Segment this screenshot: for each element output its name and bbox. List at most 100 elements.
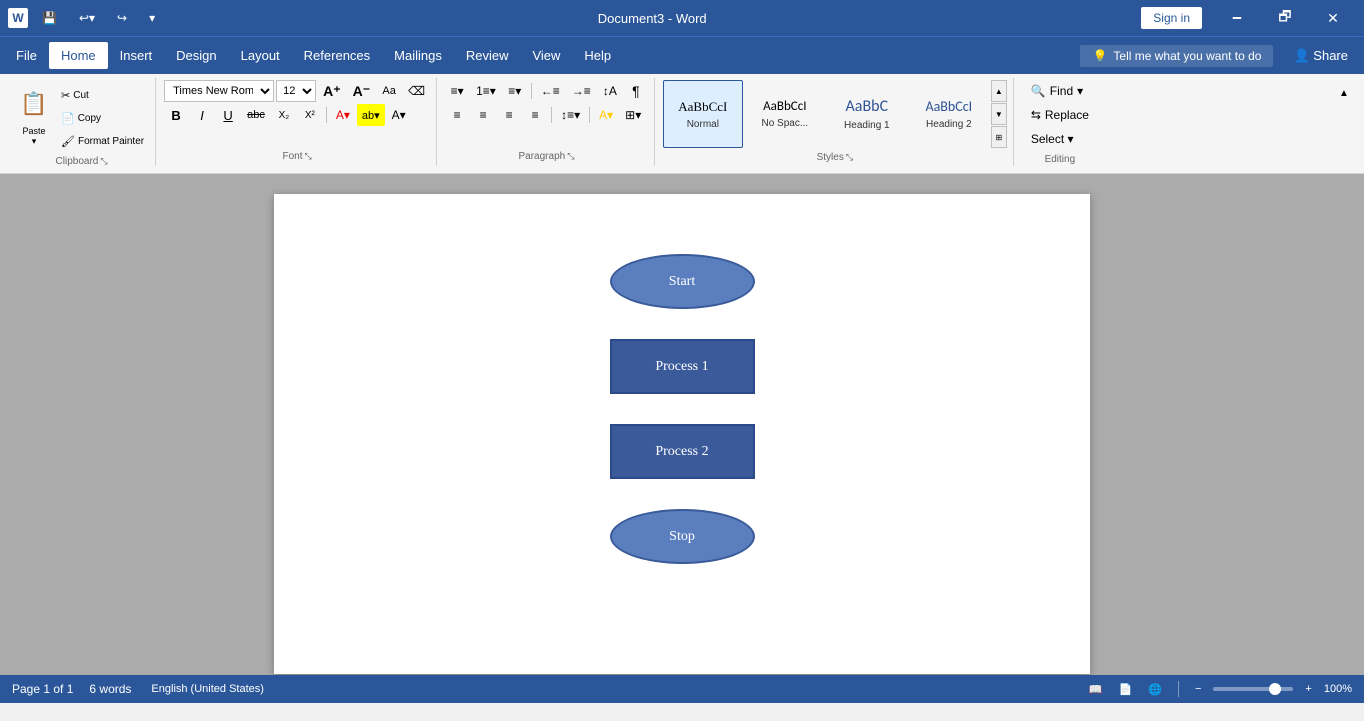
style-heading1[interactable]: AaBbC Heading 1 [827, 80, 907, 148]
styles-group: AaBbCcI Normal AaBbCcI No Spac... AaBbC … [657, 78, 1014, 166]
zoom-out-btn[interactable]: − [1191, 681, 1205, 697]
menu-design[interactable]: Design [164, 42, 228, 69]
quick-undo-btn[interactable]: ↩▾ [71, 7, 103, 29]
shape-stop[interactable]: Stop [610, 509, 755, 564]
share-btn[interactable]: 👤 Share [1281, 42, 1360, 70]
style-normal[interactable]: AaBbCcI Normal [663, 80, 743, 148]
sign-in-button[interactable]: Sign in [1141, 7, 1202, 29]
numbering-btn[interactable]: 1≡▾ [471, 80, 501, 102]
increase-indent-btn[interactable]: →≡ [567, 80, 596, 102]
tell-me-bar[interactable]: 💡 Tell me what you want to do [1080, 45, 1273, 67]
editing-group: 🔍 Find ▾ ⇆ Replace Select ▾ Editing [1016, 78, 1104, 166]
borders-btn[interactable]: ⊞▾ [620, 104, 646, 126]
title-bar: W 💾 ↩▾ ↪ ▾ Document3 - Word Sign in 🗕 🗗 … [0, 0, 1364, 36]
clear-format-btn[interactable]: ⌫ [403, 80, 430, 102]
web-layout-btn[interactable]: 🌐 [1144, 681, 1166, 698]
font-name-select[interactable]: Times New Roman [164, 80, 274, 102]
restore-btn[interactable]: 🗗 [1262, 3, 1308, 33]
text-color-btn[interactable]: A▾ [387, 104, 411, 126]
highlight-btn[interactable]: ab▾ [357, 104, 385, 126]
read-mode-btn[interactable]: 📖 [1085, 681, 1107, 698]
bold-btn[interactable]: B [164, 104, 188, 126]
menu-file[interactable]: File [4, 42, 49, 69]
shape-process2[interactable]: Process 2 [610, 424, 755, 479]
style-normal-preview: AaBbCcI [678, 99, 727, 115]
gallery-expand[interactable]: ⊞ [991, 126, 1007, 148]
gallery-scroll-down[interactable]: ▼ [991, 103, 1007, 125]
para-sep3 [589, 107, 590, 123]
bullets-btn[interactable]: ≡▾ [445, 80, 469, 102]
underline-btn[interactable]: U [216, 104, 240, 126]
language-btn[interactable]: English (United States) [147, 681, 268, 697]
quick-save-btn[interactable]: 💾 [34, 7, 65, 29]
customize-qat-btn[interactable]: ▾ [141, 7, 163, 29]
status-bar: Page 1 of 1 6 words English (United Stat… [0, 675, 1364, 703]
show-marks-btn[interactable]: ¶ [624, 80, 648, 102]
style-h2-preview: AaBbCcI [925, 98, 972, 115]
sort-btn[interactable]: ↕A [598, 80, 622, 102]
cut-button[interactable]: ✂ Cut [56, 84, 149, 106]
align-center-btn[interactable]: ≡ [471, 104, 495, 126]
menu-references[interactable]: References [292, 42, 382, 69]
collapse-ribbon-btn[interactable]: ▲ [1332, 82, 1356, 104]
document-page: Start Process 1 Process 2 Stop [274, 194, 1090, 674]
page-info: Page 1 of 1 [12, 682, 73, 696]
font-color-btn[interactable]: A▾ [331, 104, 355, 126]
italic-btn[interactable]: I [190, 104, 214, 126]
style-nospace-label: No Spac... [761, 118, 808, 129]
paragraph-label: Paragraph ⤡ [445, 147, 648, 162]
align-left-btn[interactable]: ≡ [445, 104, 469, 126]
word-count: 6 words [89, 682, 131, 696]
zoom-in-btn[interactable]: + [1301, 681, 1315, 697]
menu-insert[interactable]: Insert [108, 42, 165, 69]
subscript-btn[interactable]: X₂ [272, 104, 296, 126]
style-heading2[interactable]: AaBbCcI Heading 2 [909, 80, 989, 148]
shape-process1[interactable]: Process 1 [610, 339, 755, 394]
superscript-btn[interactable]: X² [298, 104, 322, 126]
menu-home[interactable]: Home [49, 42, 108, 69]
quick-redo-btn[interactable]: ↪ [109, 7, 135, 29]
shading-btn[interactable]: A▾ [594, 104, 618, 126]
font-row1: Times New Roman 12 A⁺ A⁻ Aa ⌫ [164, 80, 430, 102]
multilevel-btn[interactable]: ≡▾ [503, 80, 527, 102]
change-case-btn[interactable]: Aa [377, 80, 401, 102]
strikethrough-btn[interactable]: abc [242, 104, 270, 126]
menu-review[interactable]: Review [454, 42, 521, 69]
menu-layout[interactable]: Layout [229, 42, 292, 69]
zoom-slider[interactable] [1213, 687, 1293, 691]
shape-start[interactable]: Start [610, 254, 755, 309]
status-left: Page 1 of 1 6 words English (United Stat… [12, 681, 268, 697]
font-grow-btn[interactable]: A⁺ [318, 80, 346, 102]
word-icon: W [8, 8, 28, 28]
paste-section: 📋 Paste ▾ [14, 80, 54, 144]
line-spacing-btn[interactable]: ↕≡▾ [556, 104, 585, 126]
style-nospace-preview: AaBbCcI [763, 99, 806, 114]
menu-mailings[interactable]: Mailings [382, 42, 454, 69]
gallery-scroll-up[interactable]: ▲ [991, 80, 1007, 102]
paste-dropdown[interactable]: Paste ▾ [14, 128, 54, 144]
font-group: Times New Roman 12 A⁺ A⁻ Aa ⌫ B I U abc … [158, 78, 437, 166]
font-size-select[interactable]: 12 [276, 80, 316, 102]
minimize-btn[interactable]: 🗕 [1214, 3, 1260, 33]
style-h1-label: Heading 1 [844, 120, 890, 131]
paste-button[interactable]: 📋 [14, 80, 54, 128]
format-painter-button[interactable]: 🖌 Format Painter [56, 130, 149, 152]
print-layout-btn[interactable]: 📄 [1115, 681, 1137, 698]
style-h2-label: Heading 2 [926, 119, 972, 130]
style-nospace[interactable]: AaBbCcI No Spac... [745, 80, 825, 148]
menu-help[interactable]: Help [572, 42, 623, 69]
decrease-indent-btn[interactable]: ←≡ [536, 80, 565, 102]
align-right-btn[interactable]: ≡ [497, 104, 521, 126]
font-shrink-btn[interactable]: A⁻ [348, 80, 376, 102]
close-btn[interactable]: ✕ [1310, 3, 1356, 33]
select-button[interactable]: Select ▾ [1022, 128, 1098, 150]
para-row1: ≡▾ 1≡▾ ≡▾ ←≡ →≡ ↕A ¶ [445, 80, 648, 102]
find-button[interactable]: 🔍 Find ▾ [1022, 80, 1098, 102]
copy-button[interactable]: 📄 Copy [56, 107, 149, 129]
menu-view[interactable]: View [520, 42, 572, 69]
replace-button[interactable]: ⇆ Replace [1022, 104, 1098, 126]
title-bar-left: W 💾 ↩▾ ↪ ▾ [8, 7, 163, 29]
status-right: 📖 📄 🌐 − + 100% [1085, 681, 1352, 698]
styles-label: Styles ⤡ [663, 148, 1007, 163]
justify-btn[interactable]: ≡ [523, 104, 547, 126]
